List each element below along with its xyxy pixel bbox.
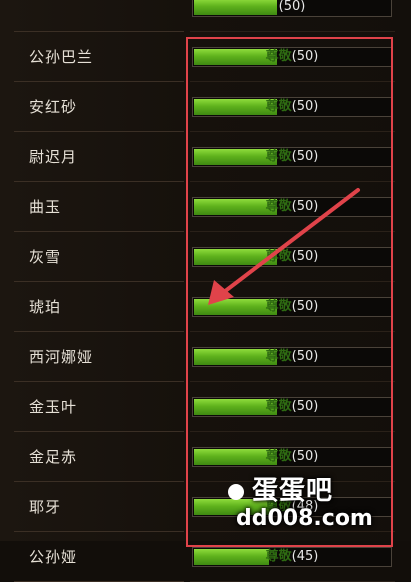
- watermark: 蛋蛋吧 dd008.com: [228, 470, 408, 536]
- watermark-logo: 蛋蛋吧: [228, 470, 333, 507]
- watermark-url: dd008.com: [236, 506, 373, 531]
- annotation-arrow-icon: [208, 188, 360, 305]
- watermark-logo-icon: [228, 483, 244, 500]
- reputation-value: (45): [291, 549, 319, 564]
- reputation-bar: 尊敬(45): [192, 547, 392, 567]
- reputation-panel: (50) 公孙巴兰 尊敬(50) 安红砂 尊敬(50) 尉迟月 尊敬(50) 曲玉 尊敬(50)…: [0, 0, 411, 582]
- reputation-rank: 尊敬: [265, 549, 292, 564]
- reputation-label: 尊敬(45): [193, 548, 391, 566]
